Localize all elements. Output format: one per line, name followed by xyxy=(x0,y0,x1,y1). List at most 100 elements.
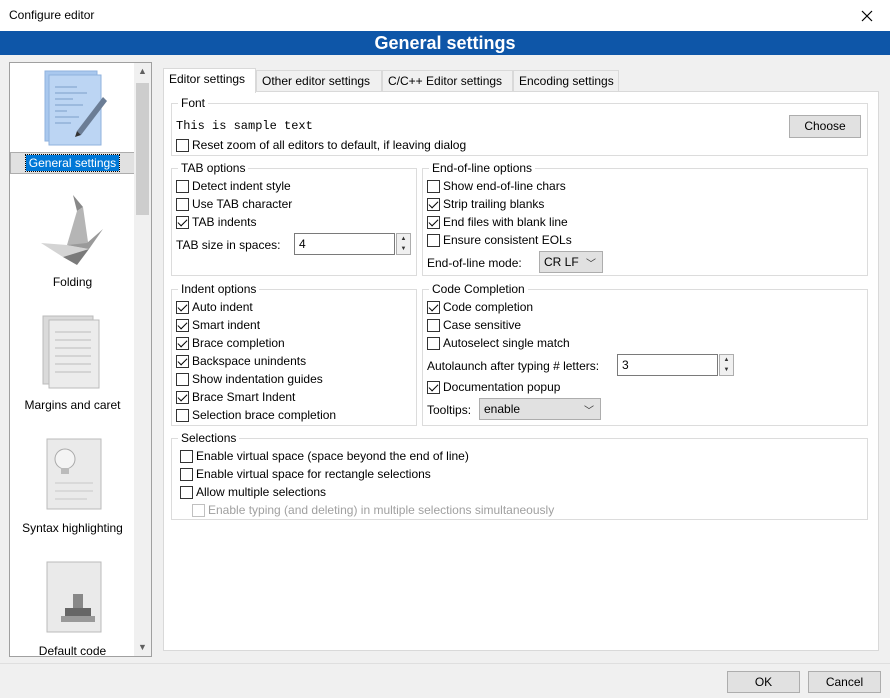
checkbox-box[interactable] xyxy=(427,318,440,332)
eol-options-group: End-of-line options Show end-of-line cha… xyxy=(422,161,868,276)
eol-mode-select[interactable]: CR LF ﹀ xyxy=(539,251,603,273)
checkbox-box[interactable] xyxy=(427,233,440,247)
lightbulb-page-icon xyxy=(46,438,102,510)
checkbox-label: Auto indent xyxy=(192,300,253,314)
autolaunch-input[interactable]: 3 xyxy=(617,354,718,376)
show-eol-chars-checkbox[interactable]: Show end-of-line chars xyxy=(427,179,566,193)
multi-typing-checkbox: Enable typing (and deleting) in multiple… xyxy=(192,503,554,517)
virtual-space-rect-checkbox[interactable]: Enable virtual space for rectangle selec… xyxy=(180,467,431,481)
origami-bird-icon xyxy=(41,195,103,265)
scroll-down-arrow-icon[interactable]: ▼ xyxy=(134,639,151,656)
spin-down-icon[interactable]: ▼ xyxy=(720,365,733,375)
spinner-arrows[interactable]: ▲ ▼ xyxy=(719,354,734,376)
select-value: enable xyxy=(484,402,521,416)
checkbox-label: Code completion xyxy=(443,300,534,314)
checkbox-box[interactable] xyxy=(180,485,193,499)
tab-editor-settings[interactable]: Editor settings xyxy=(163,68,256,93)
tab-size-label: TAB size in spaces: xyxy=(176,238,281,252)
tab-size-input[interactable]: 4 xyxy=(294,233,395,255)
page-title: General settings xyxy=(0,31,890,55)
checkbox-label: Detect indent style xyxy=(192,179,291,193)
group-title: TAB options xyxy=(178,161,249,175)
tooltips-select[interactable]: enable ﹀ xyxy=(479,398,601,420)
ok-button[interactable]: OK xyxy=(727,671,800,693)
backspace-unindents-checkbox[interactable]: Backspace unindents xyxy=(176,354,306,368)
spin-down-icon[interactable]: ▼ xyxy=(397,244,410,254)
auto-indent-checkbox[interactable]: Auto indent xyxy=(176,300,253,314)
checkbox-box[interactable] xyxy=(180,449,193,463)
ensure-consistent-eols-checkbox[interactable]: Ensure consistent EOLs xyxy=(427,233,572,247)
scroll-up-arrow-icon[interactable]: ▲ xyxy=(134,63,151,80)
code-completion-group: Code Completion Code completion Case sen… xyxy=(422,282,868,426)
show-indentation-guides-checkbox[interactable]: Show indentation guides xyxy=(176,372,323,386)
tab-indents-checkbox[interactable]: TAB indents xyxy=(176,215,256,229)
virtual-space-checkbox[interactable]: Enable virtual space (space beyond the e… xyxy=(180,449,469,463)
editor-settings-panel: Font This is sample text Reset zoom of a… xyxy=(163,91,879,651)
sidebar-item-margins-and-caret[interactable]: Margins and caret xyxy=(10,308,135,428)
sidebar-item-general-settings[interactable]: General settings xyxy=(10,63,135,183)
spin-up-icon[interactable]: ▲ xyxy=(720,355,733,365)
checkbox-box[interactable] xyxy=(427,215,440,229)
checkbox-label: Documentation popup xyxy=(443,380,561,394)
tab-encoding-settings[interactable]: Encoding settings xyxy=(513,70,619,92)
checkbox-box[interactable] xyxy=(176,215,189,229)
spinner-arrows[interactable]: ▲ ▼ xyxy=(396,233,411,255)
close-button[interactable] xyxy=(844,0,890,31)
multiple-selections-checkbox[interactable]: Allow multiple selections xyxy=(180,485,326,499)
checkbox-label: Case sensitive xyxy=(443,318,522,332)
checkbox-box[interactable] xyxy=(176,197,189,211)
window-title: Configure editor xyxy=(9,8,95,22)
choose-font-button[interactable]: Choose xyxy=(789,115,861,138)
detect-indent-style-checkbox[interactable]: Detect indent style xyxy=(176,179,291,193)
brace-smart-indent-checkbox[interactable]: Brace Smart Indent xyxy=(176,390,295,404)
checkbox-box[interactable] xyxy=(176,300,189,314)
cancel-button[interactable]: Cancel xyxy=(808,671,881,693)
spin-up-icon[interactable]: ▲ xyxy=(397,234,410,244)
sidebar-item-syntax-highlighting[interactable]: Syntax highlighting xyxy=(10,431,135,551)
checkbox-box[interactable] xyxy=(176,408,189,422)
scrollbar-thumb[interactable] xyxy=(136,83,149,215)
tab-other-editor-settings[interactable]: Other editor settings xyxy=(256,70,382,92)
checkbox-label: Ensure consistent EOLs xyxy=(443,233,572,247)
tab-cpp-editor-settings[interactable]: C/C++ Editor settings xyxy=(382,70,513,92)
sidebar-scrollbar[interactable]: ▲ ▼ xyxy=(134,63,151,656)
autoselect-single-match-checkbox[interactable]: Autoselect single match xyxy=(427,336,570,350)
checkbox-label: Smart indent xyxy=(192,318,261,332)
pages-icon xyxy=(42,315,100,389)
sidebar-item-default-code[interactable]: Default code xyxy=(10,554,135,656)
strip-trailing-blanks-checkbox[interactable]: Strip trailing blanks xyxy=(427,197,544,211)
selection-brace-completion-checkbox[interactable]: Selection brace completion xyxy=(176,408,336,422)
tab-size-spinner[interactable]: 4 ▲ ▼ xyxy=(294,233,412,255)
sidebar-item-folding[interactable]: Folding xyxy=(10,185,135,305)
checkbox-label: Brace completion xyxy=(192,336,285,350)
use-tab-character-checkbox[interactable]: Use TAB character xyxy=(176,197,292,211)
checkbox-box[interactable] xyxy=(176,336,189,350)
checkbox-label: Enable virtual space (space beyond the e… xyxy=(196,449,469,463)
autolaunch-spinner[interactable]: 3 ▲ ▼ xyxy=(617,354,735,376)
checkbox-box[interactable] xyxy=(176,179,189,193)
checkbox-box[interactable] xyxy=(176,138,189,152)
smart-indent-checkbox[interactable]: Smart indent xyxy=(176,318,260,332)
checkbox-label: Selection brace completion xyxy=(192,408,337,422)
code-completion-checkbox[interactable]: Code completion xyxy=(427,300,533,314)
reset-zoom-checkbox[interactable]: Reset zoom of all editors to default, if… xyxy=(176,138,466,152)
checkbox-box[interactable] xyxy=(180,467,193,481)
autolaunch-label: Autolaunch after typing # letters: xyxy=(427,359,600,373)
brace-completion-checkbox[interactable]: Brace completion xyxy=(176,336,285,350)
font-sample-text: This is sample text xyxy=(176,119,313,133)
checkbox-box[interactable] xyxy=(427,336,440,350)
checkbox-box[interactable] xyxy=(176,354,189,368)
checkbox-box[interactable] xyxy=(427,380,440,394)
checkbox-box[interactable] xyxy=(427,179,440,193)
group-title: Code Completion xyxy=(429,282,528,296)
settings-category-list[interactable]: General settings Folding Margins and car… xyxy=(9,62,152,657)
documentation-popup-checkbox[interactable]: Documentation popup xyxy=(427,380,560,394)
case-sensitive-checkbox[interactable]: Case sensitive xyxy=(427,318,521,332)
checkbox-box[interactable] xyxy=(176,390,189,404)
checkbox-box[interactable] xyxy=(176,318,189,332)
checkbox-box[interactable] xyxy=(176,372,189,386)
checkbox-box[interactable] xyxy=(427,300,440,314)
checkbox-label: Use TAB character xyxy=(192,197,293,211)
checkbox-box[interactable] xyxy=(427,197,440,211)
end-with-blank-line-checkbox[interactable]: End files with blank line xyxy=(427,215,568,229)
